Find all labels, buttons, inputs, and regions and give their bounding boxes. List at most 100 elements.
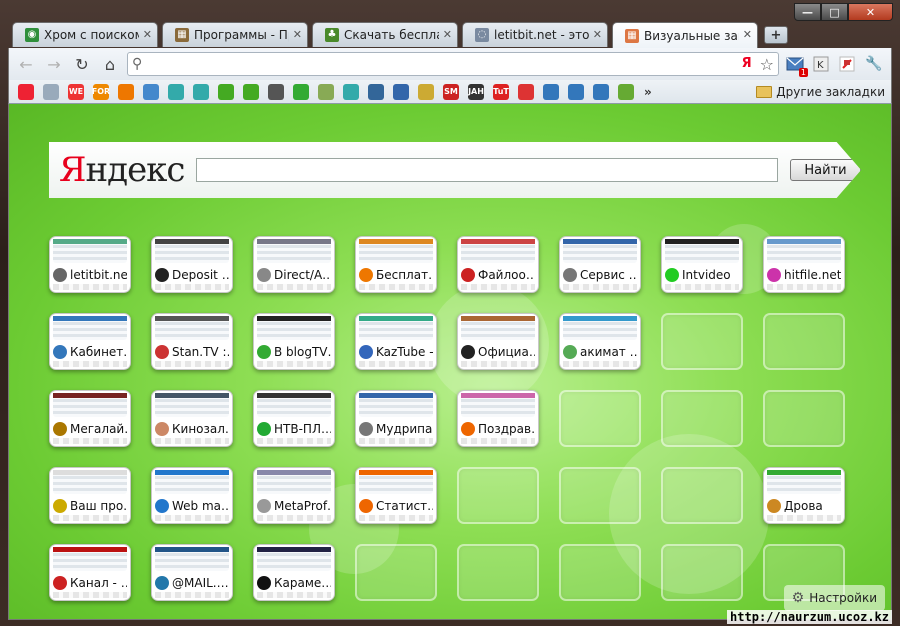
bookmark-item[interactable]: [40, 82, 62, 102]
bookmark-tile[interactable]: НТВ-ПЛ…: [253, 390, 335, 447]
maximize-button[interactable]: □: [821, 3, 848, 21]
site-thumbnail: [563, 316, 637, 340]
close-tab-icon[interactable]: ✕: [593, 28, 602, 41]
bookmark-tile[interactable]: @MAIL.…: [151, 544, 233, 601]
bookmark-item[interactable]: [590, 82, 612, 102]
mail-extension-button[interactable]: 1: [785, 54, 808, 77]
other-bookmarks-folder[interactable]: Другие закладки: [756, 85, 885, 99]
bookmark-item[interactable]: TuT: [490, 82, 512, 102]
back-button[interactable]: ←: [15, 53, 37, 75]
bookmark-tile[interactable]: акимат …: [559, 313, 641, 370]
tab-0[interactable]: ◉ Хром с поиском Я ✕: [12, 22, 158, 47]
bookmark-tile[interactable]: Поздрав…: [457, 390, 539, 447]
bookmark-star-icon[interactable]: ☆: [760, 55, 774, 74]
bookmark-tile[interactable]: Файлоо…: [457, 236, 539, 293]
bookmark-tile[interactable]: Канал - …: [49, 544, 131, 601]
bookmark-tile[interactable]: Intvideo: [661, 236, 743, 293]
tab-1[interactable]: ▦ Программы - Про ✕: [162, 22, 308, 47]
bookmark-item[interactable]: [390, 82, 412, 102]
bookmark-tile[interactable]: Кабинет…: [49, 313, 131, 370]
bookmark-tile[interactable]: Карамe…: [253, 544, 335, 601]
site-favicon-icon: [53, 421, 67, 436]
address-input[interactable]: [146, 54, 738, 74]
bookmark-tile[interactable]: MetaProf…: [253, 467, 335, 524]
bookmark-tile[interactable]: hitfile.net…: [763, 236, 845, 293]
bookmark-item[interactable]: [340, 82, 362, 102]
tab-4[interactable]: ▦ Визуальные закла ✕: [612, 22, 758, 48]
empty-bookmark-slot[interactable]: [763, 390, 845, 447]
bookmark-tile[interactable]: Deposit …: [151, 236, 233, 293]
more-bookmarks-chevron[interactable]: »: [644, 85, 652, 99]
bookmark-tile[interactable]: Мегалай…: [49, 390, 131, 447]
bookmark-tile[interactable]: Официа…: [457, 313, 539, 370]
close-tab-icon[interactable]: ✕: [143, 28, 152, 41]
bookmark-item[interactable]: [540, 82, 562, 102]
empty-bookmark-slot[interactable]: [559, 544, 641, 601]
bookmark-item[interactable]: [415, 82, 437, 102]
bookmark-tile[interactable]: Кинозал…: [151, 390, 233, 447]
empty-bookmark-slot[interactable]: [457, 467, 539, 524]
empty-bookmark-slot[interactable]: [763, 313, 845, 370]
new-tab-button[interactable]: +: [764, 26, 788, 44]
bookmark-tile[interactable]: Дрова: [763, 467, 845, 524]
empty-bookmark-slot[interactable]: [661, 390, 743, 447]
bookmark-item[interactable]: [215, 82, 237, 102]
bookmark-item[interactable]: [565, 82, 587, 102]
bookmark-tile[interactable]: Stan.TV :…: [151, 313, 233, 370]
bookmark-tile[interactable]: Ваш про…: [49, 467, 131, 524]
bookmark-tile[interactable]: Сервис …: [559, 236, 641, 293]
yandex-search-input[interactable]: [196, 158, 779, 182]
bookmark-tile[interactable]: Web ma…: [151, 467, 233, 524]
bookmark-item[interactable]: [265, 82, 287, 102]
minimize-button[interactable]: —: [794, 3, 821, 21]
bookmark-tile[interactable]: В blogTV…: [253, 313, 335, 370]
bookmark-item[interactable]: FOR: [90, 82, 112, 102]
bookmark-item[interactable]: [140, 82, 162, 102]
adblock-extension-button[interactable]: [837, 54, 857, 74]
close-tab-icon[interactable]: ✕: [743, 28, 752, 41]
site-favicon-icon: [359, 267, 373, 282]
bookmark-item[interactable]: WE: [65, 82, 87, 102]
empty-bookmark-slot[interactable]: [559, 390, 641, 447]
bookmark-tile[interactable]: Статист…: [355, 467, 437, 524]
bookmark-tile[interactable]: KazTube -…: [355, 313, 437, 370]
tile-caption: Карамe…: [257, 573, 331, 592]
kaspersky-extension-button[interactable]: K: [811, 54, 831, 74]
lifebuoy-icon: [518, 83, 534, 100]
bookmark-item[interactable]: [240, 82, 262, 102]
bookmark-tile[interactable]: letitbit.ne…: [49, 236, 131, 293]
tab-3[interactable]: ◌ letitbit.net - это со ✕: [462, 22, 608, 47]
close-tab-icon[interactable]: ✕: [443, 28, 452, 41]
bookmark-item[interactable]: [165, 82, 187, 102]
empty-bookmark-slot[interactable]: [457, 544, 539, 601]
empty-bookmark-slot[interactable]: [661, 313, 743, 370]
yandex-search-icon[interactable]: Я: [742, 57, 756, 71]
reload-button[interactable]: ↻: [71, 53, 93, 75]
bookmark-item[interactable]: SM: [440, 82, 462, 102]
bookmark-tile[interactable]: Direct/A…: [253, 236, 335, 293]
settings-button[interactable]: ⚙ Настройки: [783, 585, 885, 611]
home-button[interactable]: ⌂: [99, 53, 121, 75]
settings-menu-button[interactable]: 🔧: [863, 53, 885, 75]
bookmark-item[interactable]: [515, 82, 537, 102]
empty-bookmark-slot[interactable]: [661, 544, 743, 601]
bookmark-item[interactable]: [365, 82, 387, 102]
bookmark-tile[interactable]: Бесплат…: [355, 236, 437, 293]
yandex-search-button[interactable]: Найти: [790, 159, 861, 181]
bookmark-item[interactable]: [290, 82, 312, 102]
empty-bookmark-slot[interactable]: [661, 467, 743, 524]
bookmark-item[interactable]: JAH: [465, 82, 487, 102]
address-bar[interactable]: ⚲ Я ☆: [127, 52, 779, 76]
bookmark-item[interactable]: [615, 82, 637, 102]
close-tab-icon[interactable]: ✕: [293, 28, 302, 41]
empty-bookmark-slot[interactable]: [559, 467, 641, 524]
bookmark-tile[interactable]: Мудрипа…: [355, 390, 437, 447]
close-window-button[interactable]: ✕: [848, 3, 893, 21]
tab-2[interactable]: ♣ Скачать бесплатн ✕: [312, 22, 458, 47]
bookmark-item[interactable]: [190, 82, 212, 102]
forward-button[interactable]: →: [43, 53, 65, 75]
empty-bookmark-slot[interactable]: [355, 544, 437, 601]
bookmark-item[interactable]: [115, 82, 137, 102]
bookmark-item[interactable]: [15, 82, 37, 102]
bookmark-item[interactable]: [315, 82, 337, 102]
